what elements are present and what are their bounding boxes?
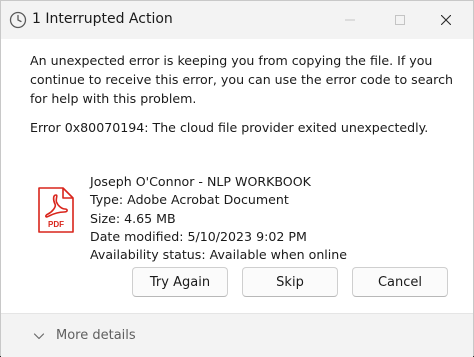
pdf-icon-label: PDF xyxy=(48,220,64,229)
close-icon xyxy=(441,15,451,25)
more-details-toggle[interactable]: More details xyxy=(33,328,136,343)
file-name: Joseph O'Connor - NLP WORKBOOK xyxy=(90,174,311,189)
clock-icon xyxy=(9,11,27,29)
file-details: Joseph O'Connor - NLP WORKBOOK Type: Ado… xyxy=(90,173,460,264)
minimize-button[interactable] xyxy=(327,1,373,39)
try-again-button[interactable]: Try Again xyxy=(132,267,228,297)
minimize-icon xyxy=(345,19,355,21)
title-bar[interactable]: 1 Interrupted Action xyxy=(1,1,473,39)
pdf-icon: PDF xyxy=(38,187,74,233)
error-message: An unexpected error is keeping you from … xyxy=(30,53,453,106)
error-code-text: Error 0x80070194: The cloud file provide… xyxy=(30,120,429,135)
maximize-button[interactable] xyxy=(377,1,423,39)
maximize-icon xyxy=(395,15,405,25)
dialog-body: An unexpected error is keeping you from … xyxy=(1,39,473,313)
dialog-footer: More details xyxy=(1,313,473,357)
file-date-modified: Date modified: 5/10/2023 9:02 PM xyxy=(90,228,307,244)
cancel-button[interactable]: Cancel xyxy=(352,267,448,297)
chevron-down-icon xyxy=(33,332,45,339)
file-availability: Availability status: Available when onli… xyxy=(90,247,348,263)
close-button[interactable] xyxy=(423,1,469,39)
interrupted-action-dialog: 1 Interrupted Action An unexpected error… xyxy=(0,0,474,357)
more-details-label: More details xyxy=(56,328,136,343)
window-title: 1 Interrupted Action xyxy=(32,11,173,27)
file-type: Type: Adobe Acrobat Document xyxy=(90,192,289,208)
skip-button[interactable]: Skip xyxy=(242,267,338,297)
file-size: Size: 4.65 MB xyxy=(90,210,176,226)
